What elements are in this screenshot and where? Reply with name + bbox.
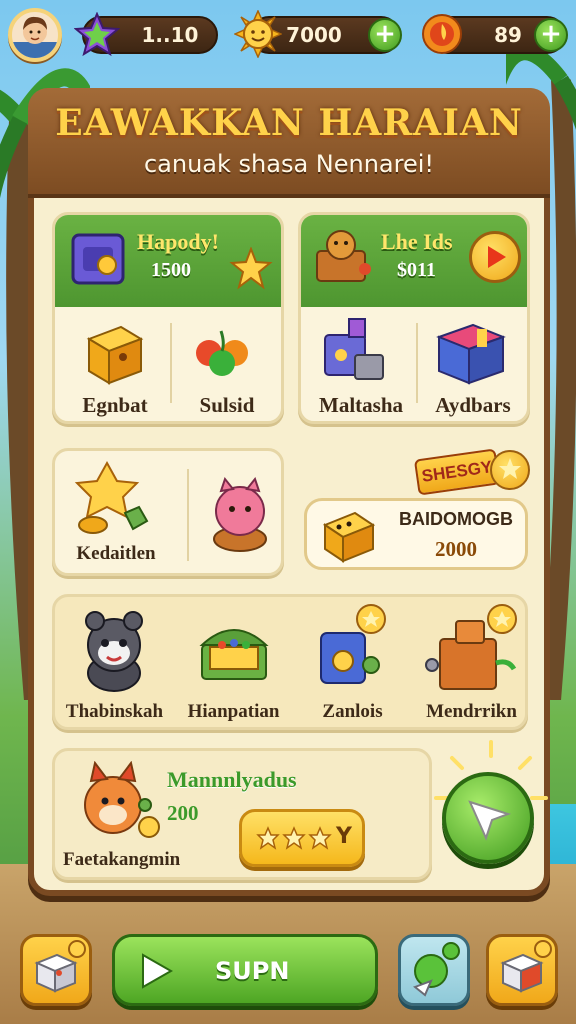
offer-price: 2000 xyxy=(435,537,477,561)
gems-value: 89 xyxy=(494,23,522,47)
bundle-card[interactable]: Kedaitlen xyxy=(52,448,284,576)
reward-card: Mannnlyadus 200 Faetakangmin Y xyxy=(52,748,432,880)
star-badge-icon xyxy=(499,458,521,479)
green-orb-icon xyxy=(413,942,460,997)
star-level-icon xyxy=(74,12,120,57)
gold-crate-icon xyxy=(86,325,144,385)
shop-panel: EAWAKKAN HARAIAN canuak shasa Nennarei! … xyxy=(28,88,550,896)
character-slot-4[interactable]: Mendrrikn xyxy=(412,597,531,733)
character-2-label: Hianpatian xyxy=(187,701,280,722)
play-arrow-icon xyxy=(488,246,506,268)
character-4-label: Mendrrikn xyxy=(426,701,517,722)
play-button[interactable]: SUPN xyxy=(112,934,378,1006)
offer-tag: SHESGY xyxy=(413,448,501,496)
top-resource-bar: 1..10 7000 + 89 + xyxy=(0,6,576,62)
shop-left-banner-title: Hapody! xyxy=(137,229,219,254)
character-slot-3[interactable]: Zanlois xyxy=(293,597,412,733)
play-button-label: SUPN xyxy=(215,957,290,985)
pink-creature-icon xyxy=(213,476,267,552)
offer-tag-label: SHESGY xyxy=(420,457,494,486)
shop-card-left[interactable]: Hapody! 1500 Egnbat Sulsid xyxy=(52,212,284,424)
bundle-card-divider xyxy=(187,469,189,561)
three-stars-icon xyxy=(256,826,332,850)
star-button-label: Y xyxy=(336,824,352,849)
character-slot-1[interactable]: Thabinskah xyxy=(55,597,174,733)
bundle-card-label: Kedaitlen xyxy=(76,543,156,564)
gift-boxes-icon xyxy=(324,318,384,380)
character-1-label: Thabinskah xyxy=(65,701,164,722)
bear-chest-icon xyxy=(316,230,371,282)
shop-left-divider xyxy=(170,323,172,403)
sun-coin-icon xyxy=(234,10,282,58)
play-triangle-icon xyxy=(142,953,174,989)
shop-card-right[interactable]: Lhe Ids $011 Maltasha Aydbars xyxy=(298,212,530,424)
cube-chest-icon xyxy=(436,323,506,385)
shop-right-divider xyxy=(416,323,418,403)
red-gift-icon xyxy=(500,940,552,993)
shop-left-banner-value: 1500 xyxy=(151,259,191,281)
star-rating-button[interactable]: Y xyxy=(239,809,365,867)
reward-value: 200 xyxy=(167,801,199,825)
character-3-label: Zanlois xyxy=(322,701,383,722)
fruit-bundle-icon xyxy=(196,330,248,376)
shop-box-button[interactable] xyxy=(20,934,92,1006)
next-arrow-button[interactable] xyxy=(469,231,521,283)
shop-left-item-2-label: Sulsid xyxy=(199,393,255,417)
green-item-button[interactable] xyxy=(398,934,470,1006)
treasure-chest-icon xyxy=(199,629,269,680)
fire-gem-icon xyxy=(422,14,462,54)
sparkle-star-icon xyxy=(229,247,273,290)
add-coins-button[interactable]: + xyxy=(368,18,402,52)
coins-value: 7000 xyxy=(286,23,342,47)
raccoon-character-icon xyxy=(85,611,143,692)
shop-right-banner-value: $011 xyxy=(397,259,436,281)
panel-header: EAWAKKAN HARAIAN canuak shasa Nennarei! xyxy=(28,88,550,198)
white-box-icon xyxy=(34,940,86,993)
player-avatar[interactable] xyxy=(8,8,62,62)
character-slot-2[interactable]: Hianpatian xyxy=(174,597,293,733)
slot-machine-icon xyxy=(320,604,386,684)
special-offer-card[interactable]: BAIDOMOGB 2000 xyxy=(304,498,528,570)
offer-star-badge xyxy=(490,450,530,490)
avatar-face-icon xyxy=(12,16,58,58)
shop-right-item-2-label: Aydbars xyxy=(435,393,511,417)
add-gems-button[interactable]: + xyxy=(534,18,568,52)
shop-left-item-1-label: Egnbat xyxy=(82,393,148,417)
reward-label: Faetakangmin xyxy=(63,849,181,870)
crate-stack-icon xyxy=(425,604,517,690)
shop-right-item-1-label: Maltasha xyxy=(319,393,403,417)
cheese-block-icon xyxy=(322,511,376,563)
offer-name: BAIDOMOGB xyxy=(399,509,513,529)
fox-character-icon xyxy=(84,761,160,838)
panel-subtitle: canuak shasa Nennarei! xyxy=(143,150,435,178)
shop-right-banner-title: Lhe Ids xyxy=(381,229,453,254)
cursor-arrow-icon xyxy=(468,800,512,841)
characters-card: Thabinskah Hianpatian Zanlois Mendrrikn xyxy=(52,594,528,730)
treasure-box-icon xyxy=(71,233,125,285)
level-value: 1..10 xyxy=(141,23,199,47)
coin-pile-icon xyxy=(74,460,149,534)
reward-title: Mannnlyadus xyxy=(167,767,297,792)
go-arrow-button[interactable] xyxy=(442,772,534,864)
panel-title: EAWAKKAN HARAIAN xyxy=(55,102,523,144)
gift-box-button[interactable] xyxy=(486,934,558,1006)
